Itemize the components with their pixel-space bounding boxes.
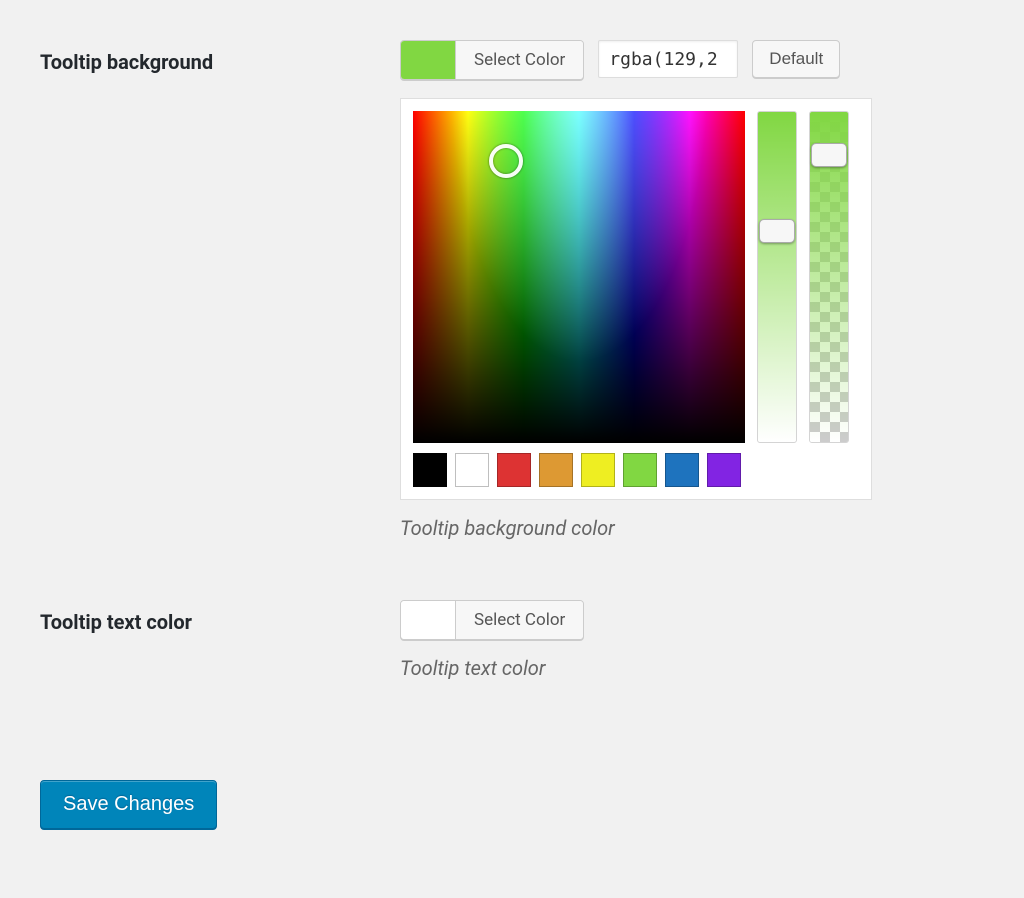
default-button[interactable]: Default <box>752 40 840 78</box>
color-swatch-fill <box>401 41 455 79</box>
color-value-input[interactable] <box>598 40 738 78</box>
select-color-label: Select Color <box>455 601 583 639</box>
field-description: Tooltip background color <box>400 516 984 540</box>
saturation-slider[interactable] <box>757 111 797 443</box>
select-color-button[interactable]: Select Color <box>400 40 584 80</box>
palette-swatch[interactable] <box>455 453 489 487</box>
field-label-tooltip-text-color: Tooltip text color <box>40 580 400 720</box>
palette-swatch[interactable] <box>707 453 741 487</box>
field-label-tooltip-background: Tooltip background <box>40 20 400 580</box>
save-changes-button[interactable]: Save Changes <box>40 780 217 829</box>
spectrum-handle[interactable] <box>489 144 523 178</box>
color-picker-tooltip-text: Select Color <box>400 600 984 640</box>
color-spectrum[interactable] <box>413 111 745 443</box>
color-palette <box>413 453 859 487</box>
color-picker-panel <box>400 98 872 500</box>
palette-swatch[interactable] <box>497 453 531 487</box>
palette-swatch[interactable] <box>539 453 573 487</box>
select-color-label: Select Color <box>455 41 583 79</box>
palette-swatch[interactable] <box>413 453 447 487</box>
alpha-slider[interactable] <box>809 111 849 443</box>
field-description: Tooltip text color <box>400 656 984 680</box>
color-swatch-fill <box>401 601 455 639</box>
palette-swatch[interactable] <box>623 453 657 487</box>
palette-swatch[interactable] <box>665 453 699 487</box>
saturation-handle[interactable] <box>759 219 795 243</box>
color-swatch <box>401 41 455 79</box>
color-swatch <box>401 601 455 639</box>
alpha-handle[interactable] <box>811 143 847 167</box>
select-color-button[interactable]: Select Color <box>400 600 584 640</box>
color-picker-tooltip-background: Select Color Default <box>400 40 984 80</box>
palette-swatch[interactable] <box>581 453 615 487</box>
